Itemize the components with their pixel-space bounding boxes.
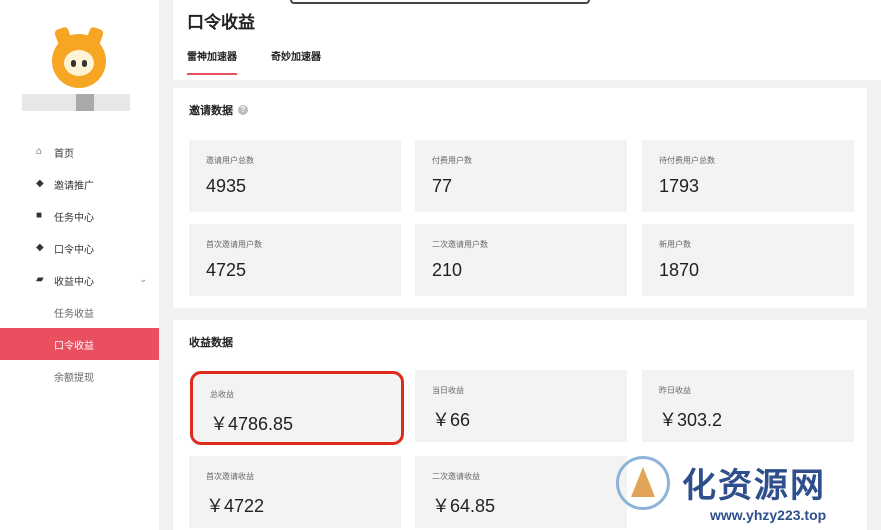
stat-value: ￥4786.85 bbox=[210, 414, 294, 434]
income-data-title: 收益数据 bbox=[189, 337, 233, 349]
stat-card: 付费用户数 77 bbox=[415, 140, 627, 212]
stat-label: 首次邀请收益 bbox=[206, 472, 254, 481]
watermark-text: 化资源网 bbox=[682, 466, 826, 506]
stat-value: 1870 bbox=[659, 260, 700, 280]
stat-value: ￥64.85 bbox=[432, 496, 496, 516]
stat-card: 邀请用户总数 4935 bbox=[189, 140, 401, 212]
sidebar-nav: ⌂ 首页 ◆ 邀请推广 ■ 任务中心 ◆ 口令中心 ▰ 收益中心 ⌄ 任务收益 … bbox=[0, 136, 159, 392]
sidebar: ⌂ 首页 ◆ 邀请推广 ■ 任务中心 ◆ 口令中心 ▰ 收益中心 ⌄ 任务收益 … bbox=[0, 0, 159, 530]
sidebar-item-home[interactable]: ⌂ 首页 bbox=[0, 136, 159, 168]
stat-label: 邀请用户总数 bbox=[206, 156, 254, 165]
sidebar-item-income-center[interactable]: ▰ 收益中心 ⌄ bbox=[0, 264, 159, 296]
stat-card: 首次邀请收益 ￥4722 bbox=[189, 456, 401, 528]
tab-qimiao-accelerator[interactable]: 奇妙加速器 bbox=[271, 48, 321, 75]
stat-label: 昨日收益 bbox=[659, 386, 691, 395]
avatar-ear-right bbox=[85, 26, 105, 46]
stat-value: 1793 bbox=[659, 176, 700, 196]
tab-leishen-accelerator[interactable]: 雷神加速器 bbox=[187, 48, 237, 75]
sidebar-item-label: 任务中心 bbox=[54, 212, 94, 224]
shield-icon: ◆ bbox=[36, 178, 44, 189]
sidebar-item-code-center[interactable]: ◆ 口令中心 bbox=[0, 232, 159, 264]
page-title: 口令收益 bbox=[187, 13, 255, 32]
sidebar-item-label: 口令中心 bbox=[54, 244, 94, 256]
stat-value: 77 bbox=[432, 176, 453, 196]
username-redacted bbox=[22, 94, 130, 111]
watermark-logo-icon bbox=[616, 456, 670, 510]
document-icon: ■ bbox=[36, 210, 43, 221]
watermark: 化资源网 www.yhzy223.top bbox=[610, 452, 881, 530]
sidebar-item-label: 首页 bbox=[54, 148, 74, 160]
section-title: 邀请数据 ? bbox=[189, 102, 248, 118]
stat-label: 当日收益 bbox=[432, 386, 464, 395]
stat-label: 首次邀请用户数 bbox=[206, 240, 262, 249]
stat-value: 210 bbox=[432, 260, 463, 280]
stat-value: ￥4722 bbox=[206, 496, 265, 516]
stat-card: 当日收益 ￥66 bbox=[415, 370, 627, 442]
shield-icon: ◆ bbox=[36, 242, 44, 253]
redaction-block bbox=[76, 94, 94, 111]
stat-card: 二次邀请收益 ￥64.85 bbox=[415, 456, 627, 528]
section-title: 收益数据 bbox=[189, 334, 233, 350]
sidebar-item-label: 收益中心 bbox=[54, 276, 94, 288]
stat-label: 待付费用户总数 bbox=[659, 156, 715, 165]
sidebar-item-invite-promotion[interactable]: ◆ 邀请推广 bbox=[0, 168, 159, 200]
watermark-url: www.yhzy223.top bbox=[710, 507, 827, 523]
stat-value: 4725 bbox=[206, 260, 247, 280]
invite-data-title: 邀请数据 bbox=[189, 105, 233, 117]
sidebar-item-label: 邀请推广 bbox=[54, 180, 94, 192]
stat-card: 新用户数 1870 bbox=[642, 224, 854, 296]
stat-card: 昨日收益 ￥303.2 bbox=[642, 370, 854, 442]
avatar-face bbox=[64, 50, 94, 76]
stat-value: 4935 bbox=[206, 176, 247, 196]
stat-label: 二次邀请用户数 bbox=[432, 240, 488, 249]
invite-data-panel: 邀请数据 ? 邀请用户总数 4935 付费用户数 77 待付费用户总数 1793… bbox=[173, 88, 867, 308]
stat-label: 总收益 bbox=[210, 390, 234, 399]
avatar[interactable] bbox=[52, 26, 106, 88]
stat-card: 首次邀请用户数 4725 bbox=[189, 224, 401, 296]
sidebar-subitem-task-income[interactable]: 任务收益 bbox=[0, 296, 159, 328]
sidebar-subitem-code-income[interactable]: 口令收益 bbox=[0, 328, 159, 360]
home-icon: ⌂ bbox=[36, 146, 43, 157]
stat-card-total-income: 总收益 ￥4786.85 bbox=[190, 371, 404, 445]
wallet-icon: ▰ bbox=[36, 274, 44, 285]
avatar-eye-left bbox=[71, 60, 76, 67]
chevron-down-icon[interactable]: ⌄ bbox=[139, 274, 147, 285]
page-header: 口令收益 雷神加速器 奇妙加速器 bbox=[173, 0, 881, 80]
stat-label: 二次邀请收益 bbox=[432, 472, 480, 481]
stat-label: 付费用户数 bbox=[432, 156, 472, 165]
stat-value: ￥66 bbox=[432, 410, 471, 430]
stat-card: 待付费用户总数 1793 bbox=[642, 140, 854, 212]
overlay-frame-fragment bbox=[290, 0, 590, 4]
sidebar-item-task-center[interactable]: ■ 任务中心 bbox=[0, 200, 159, 232]
sidebar-subitem-withdraw[interactable]: 余额提现 bbox=[0, 360, 159, 392]
stat-value: ￥303.2 bbox=[659, 410, 723, 430]
stat-label: 新用户数 bbox=[659, 240, 691, 249]
help-icon[interactable]: ? bbox=[238, 105, 248, 115]
stat-card: 二次邀请用户数 210 bbox=[415, 224, 627, 296]
tab-bar: 雷神加速器 奇妙加速器 bbox=[187, 48, 355, 75]
avatar-eye-right bbox=[82, 60, 87, 67]
avatar-ear-left bbox=[53, 26, 73, 46]
